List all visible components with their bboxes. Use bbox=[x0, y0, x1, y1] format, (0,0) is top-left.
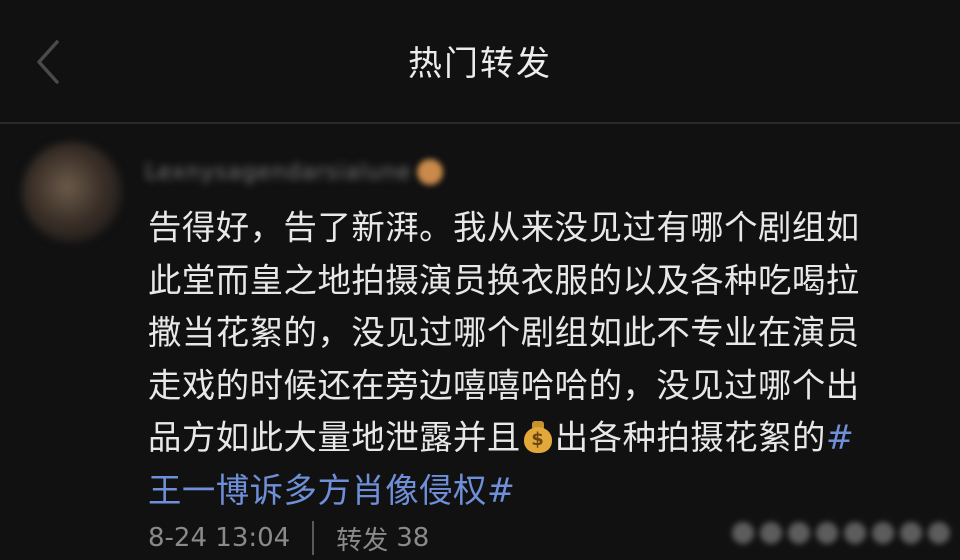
timestamp: 8-24 13:04 bbox=[148, 523, 291, 553]
username[interactable]: Lexnysagendarsialune bbox=[145, 152, 444, 192]
hashtag-link[interactable]: 王一博诉多方肖像侵权# bbox=[148, 471, 515, 510]
header-divider bbox=[0, 122, 960, 124]
top-bar: 热门转发 bbox=[0, 0, 960, 122]
post-text-line: 品方如此大量地泄露并且 $ 出各种拍摄花絮的# bbox=[148, 412, 938, 465]
user-badge-icon bbox=[417, 159, 444, 185]
page-title: 热门转发 bbox=[408, 44, 552, 84]
post-text-line: 王一博诉多方肖像侵权# bbox=[148, 465, 938, 518]
post-text-segment: 品方如此大量地泄露并且 bbox=[148, 418, 521, 458]
post-text: 告得好，告了新湃。我从来没见过有哪个剧组如 此堂而皇之地拍摄演员换衣服的以及各种… bbox=[148, 202, 938, 518]
avatar[interactable] bbox=[22, 142, 122, 242]
forward-count: 38 bbox=[396, 523, 430, 553]
money-bag-icon: $ bbox=[521, 420, 555, 454]
post-text-line: 此堂而皇之地拍摄演员换衣服的以及各种吃喝拉 bbox=[148, 260, 860, 300]
post-text-line: 走戏的时候还在旁边嘻嘻哈哈的，没见过哪个出 bbox=[148, 365, 860, 405]
post-text-segment: 出各种拍摄花絮的 bbox=[554, 418, 826, 458]
hashtag-link-start[interactable]: # bbox=[826, 418, 854, 457]
watermark bbox=[690, 513, 950, 553]
username-text: Lexnysagendarsialune bbox=[145, 159, 412, 185]
meta-separator bbox=[312, 521, 315, 555]
post-meta: 8-24 13:04 转发 38 bbox=[148, 516, 429, 560]
forward-label[interactable]: 转发 bbox=[336, 520, 388, 557]
post-text-line: 告得好，告了新湃。我从来没见过有哪个剧组如 bbox=[148, 208, 860, 247]
post-text-line: 撒当花絮的，没见过哪个剧组如此不专业在演员 bbox=[148, 313, 860, 353]
